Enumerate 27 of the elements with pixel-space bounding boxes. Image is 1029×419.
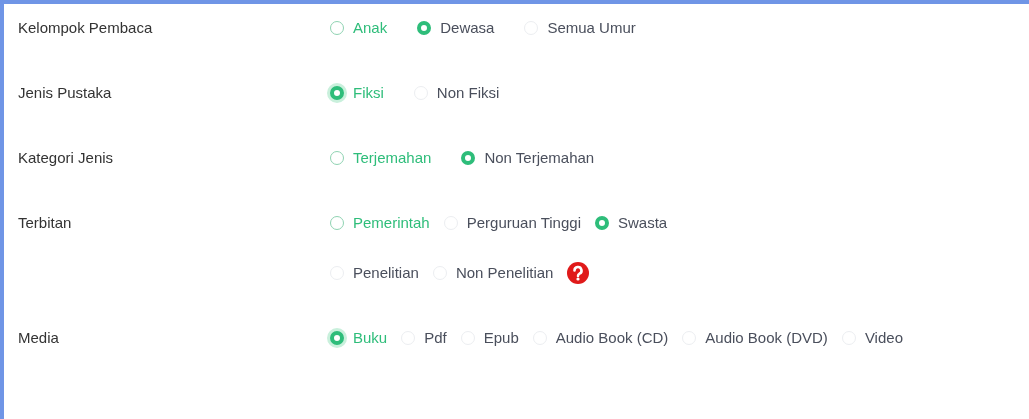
field-label: Terbitan bbox=[18, 213, 73, 233]
help-icon[interactable] bbox=[567, 262, 590, 284]
radio-option[interactable]: Semua Umur bbox=[524, 16, 636, 40]
radio-option[interactable]: Perguruan Tinggi bbox=[443, 211, 581, 235]
radio-button[interactable] bbox=[330, 151, 344, 165]
radio-button[interactable] bbox=[330, 21, 344, 35]
radio-option[interactable]: Video bbox=[841, 326, 903, 350]
radio-option[interactable]: Swasta bbox=[594, 211, 668, 235]
radio-button[interactable] bbox=[330, 331, 344, 345]
field-label: Kategori Jenis bbox=[18, 148, 115, 168]
radio-option[interactable]: Penelitian bbox=[330, 261, 419, 285]
radio-option[interactable]: Audio Book (CD) bbox=[532, 326, 669, 350]
radio-option[interactable]: Pdf bbox=[401, 326, 447, 350]
radio-option[interactable]: Non Terjemahan bbox=[461, 146, 595, 170]
radio-button[interactable] bbox=[461, 151, 476, 165]
radio-button[interactable] bbox=[417, 21, 432, 35]
radio-button[interactable] bbox=[330, 86, 344, 100]
radio-button[interactable] bbox=[594, 216, 609, 230]
radio-button[interactable] bbox=[330, 216, 344, 230]
radio-option[interactable]: Dewasa bbox=[417, 16, 495, 40]
radio-option[interactable]: Non Fiksi bbox=[413, 81, 500, 105]
radio-option[interactable]: Non Penelitian bbox=[432, 261, 554, 285]
field-label: Media bbox=[18, 328, 60, 348]
radio-option[interactable]: Epub bbox=[460, 326, 519, 350]
radio-option[interactable]: Audio Book (DVD) bbox=[682, 326, 828, 350]
field-label: Kelompok Pembaca bbox=[18, 18, 154, 38]
field-label: Jenis Pustaka bbox=[18, 83, 113, 103]
